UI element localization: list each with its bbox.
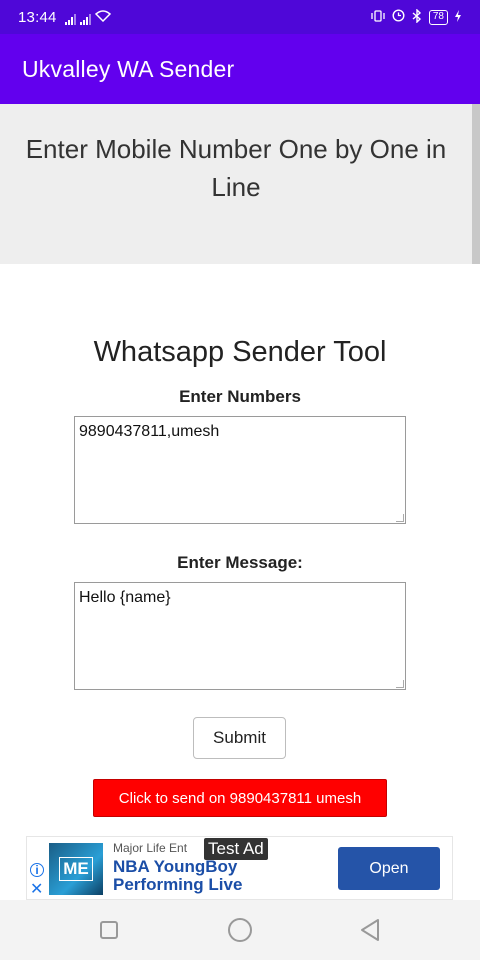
ad-info-icon[interactable]: i <box>30 863 44 877</box>
ad-brand: Major Life Ent <box>113 841 188 855</box>
instruction-text: Enter Mobile Number One by One in Line <box>25 134 447 202</box>
app-bar: Ukvalley WA Sender <box>0 34 480 104</box>
status-right-icons: 78 <box>370 7 462 26</box>
message-label: Enter Message: <box>177 553 303 572</box>
navigation-bar <box>0 900 480 960</box>
test-ad-badge: Test Ad <box>204 838 268 860</box>
status-left-icons <box>64 9 111 25</box>
recents-icon[interactable] <box>96 917 122 943</box>
signal-icon <box>64 13 76 25</box>
home-icon[interactable] <box>227 917 253 943</box>
ad-logo[interactable]: ME <box>49 843 103 895</box>
scrollbar[interactable] <box>472 104 480 264</box>
status-bar: 13:44 78 <box>0 0 480 34</box>
alarm-icon <box>392 9 405 25</box>
message-textarea[interactable]: Hello {name} <box>74 582 406 690</box>
ad-open-button[interactable]: Open <box>338 847 440 890</box>
back-icon[interactable] <box>357 917 383 943</box>
charging-icon <box>454 9 462 25</box>
resize-grip-icon[interactable] <box>396 680 404 688</box>
instruction-banner: Enter Mobile Number One by One in Line <box>0 104 472 264</box>
vibrate-icon <box>370 9 386 25</box>
ad-headline[interactable]: NBA YoungBoy Performing Live <box>113 858 273 894</box>
status-time: 13:44 <box>18 8 57 26</box>
ad-banner[interactable]: i ✕ ME Major Life Ent NBA YoungBoy Perfo… <box>26 836 453 900</box>
battery-icon: 78 <box>428 9 448 25</box>
wifi-icon <box>94 9 111 25</box>
resize-grip-icon[interactable] <box>396 514 404 522</box>
app-title: Ukvalley WA Sender <box>22 55 235 82</box>
send-whatsapp-button[interactable]: Click to send on 9890437811 umesh <box>93 779 387 817</box>
mobile-data-icon <box>79 13 91 25</box>
bluetooth-icon <box>411 7 423 26</box>
numbers-value: 9890437811,umesh <box>79 423 220 440</box>
tool-title: Whatsapp Sender Tool <box>93 336 387 368</box>
numbers-label: Enter Numbers <box>179 387 301 406</box>
numbers-textarea[interactable]: 9890437811,umesh <box>74 416 406 524</box>
message-value: Hello {name} <box>79 589 171 606</box>
ad-close-icon[interactable]: ✕ <box>30 879 43 899</box>
ad-logo-text: ME <box>59 857 93 881</box>
submit-button[interactable]: Submit <box>193 717 286 759</box>
